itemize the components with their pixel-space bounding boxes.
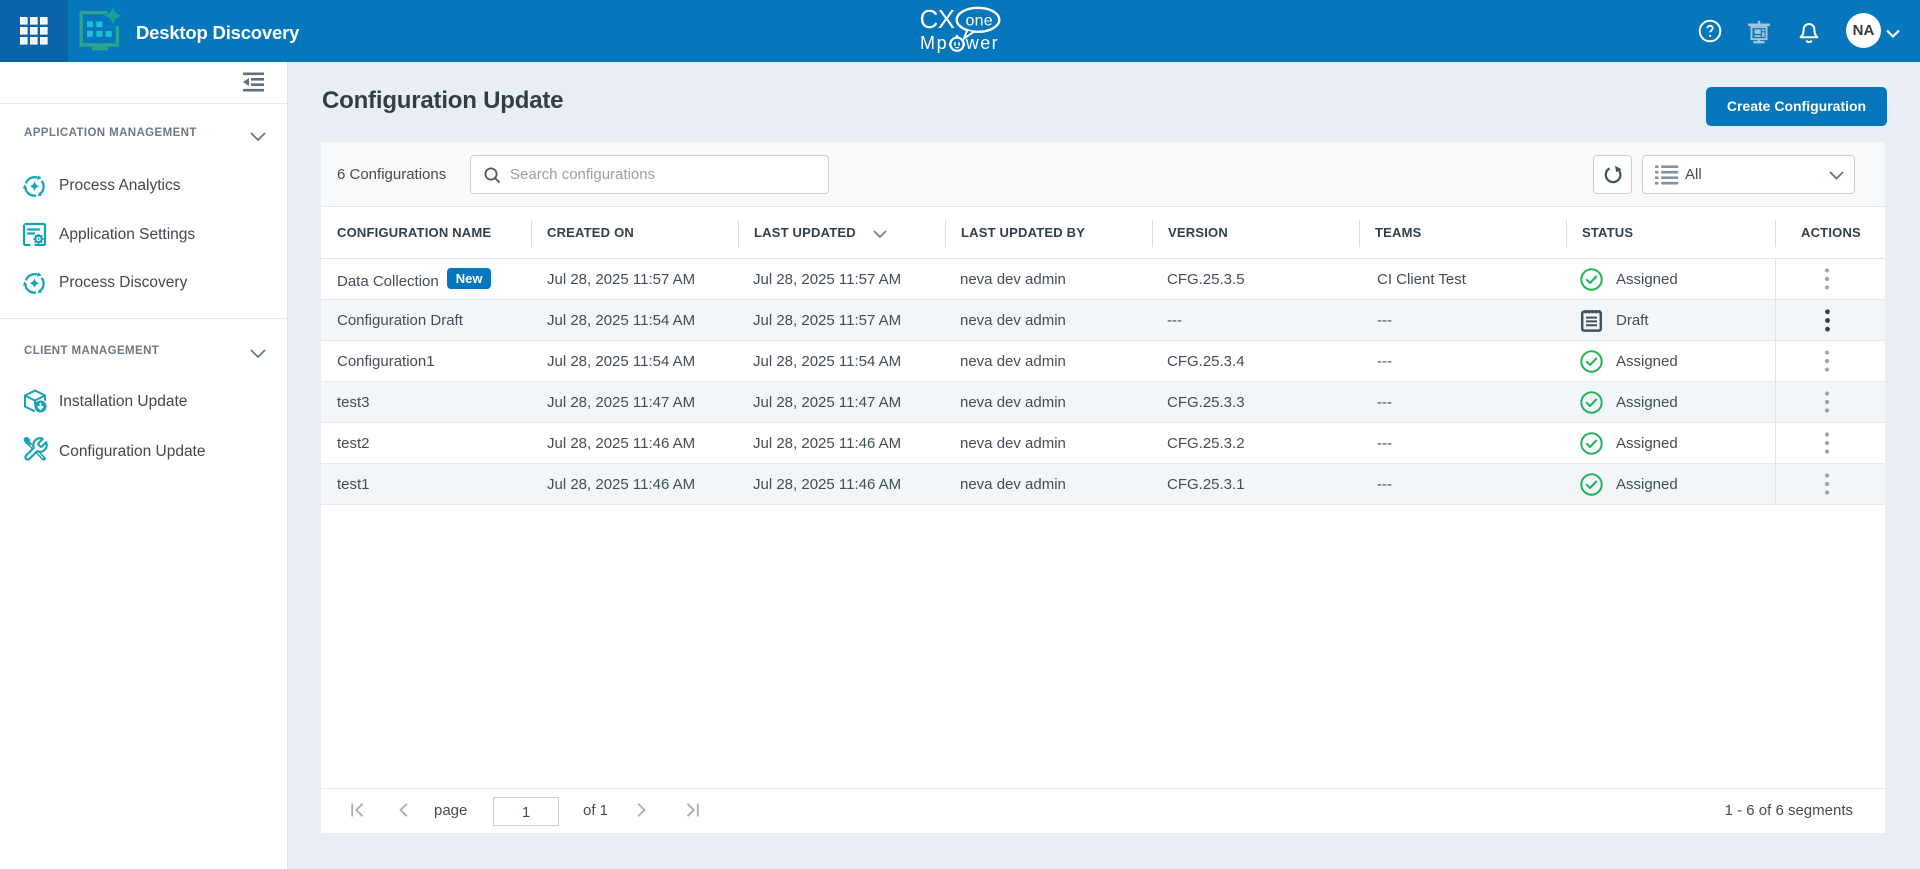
svg-text:CX: CX xyxy=(920,6,955,34)
svg-text:wer: wer xyxy=(965,33,999,53)
svg-text:Mp: Mp xyxy=(920,33,948,53)
svg-text:one: one xyxy=(966,13,993,30)
